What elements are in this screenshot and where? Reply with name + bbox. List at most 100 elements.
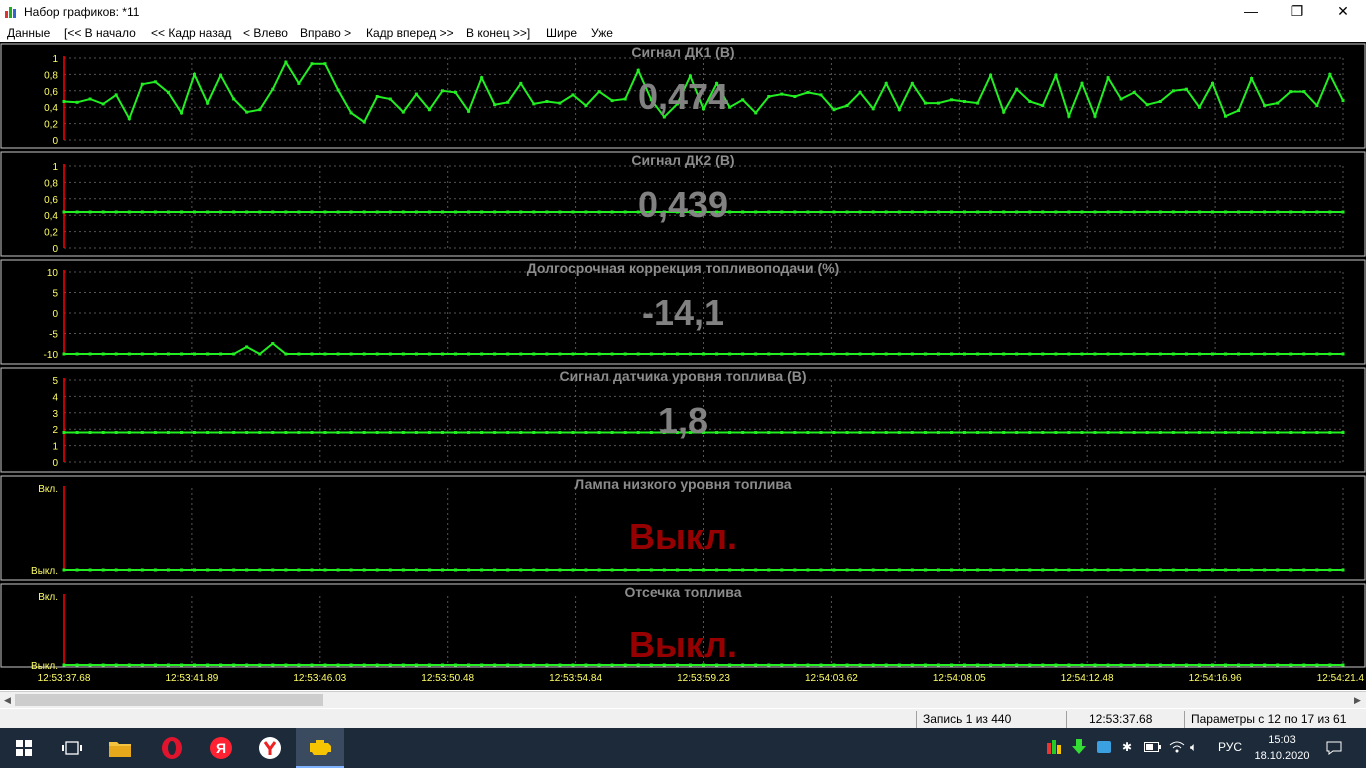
data-point [623, 352, 627, 356]
data-point [675, 568, 679, 572]
data-point [897, 568, 901, 572]
start-button[interactable] [0, 728, 48, 768]
data-point [1263, 210, 1267, 214]
tray-app-icon[interactable] [1096, 739, 1112, 755]
menu-go-end[interactable]: В конец >>] [466, 26, 530, 40]
data-point [741, 210, 745, 214]
data-point [923, 101, 927, 105]
data-point [728, 105, 732, 109]
data-point [127, 210, 131, 214]
menu-frame-forward[interactable]: Кадр вперед >> [366, 26, 454, 40]
data-point [153, 568, 157, 572]
data-point [127, 117, 131, 121]
maximize-button[interactable]: ❐ [1274, 0, 1320, 24]
data-point [1041, 431, 1045, 434]
data-point [819, 431, 823, 434]
language-indicator[interactable]: РУС [1218, 740, 1242, 754]
data-point [976, 663, 980, 667]
data-point [193, 210, 196, 214]
tray-chart-icon[interactable] [1046, 739, 1062, 755]
horizontal-scrollbar[interactable]: ◀ ▶ [0, 691, 1366, 708]
menu-data[interactable]: Данные [7, 26, 50, 40]
data-point [258, 431, 262, 434]
menu-wider[interactable]: Шире [546, 26, 577, 40]
data-point [819, 93, 823, 97]
taskbar-file-explorer[interactable] [96, 728, 144, 768]
data-point [858, 90, 862, 94]
data-point [140, 431, 144, 434]
data-point [101, 352, 105, 356]
x-tick-label: 12:54:03.62 [805, 673, 858, 684]
y-tick-label: 0,6 [44, 87, 58, 98]
data-point [819, 663, 823, 667]
menu-right[interactable]: Вправо > [300, 26, 351, 40]
scroll-left-arrow-icon[interactable]: ◀ [0, 692, 15, 708]
data-point [923, 431, 927, 434]
data-point [467, 663, 471, 667]
data-point [793, 95, 797, 98]
data-point [336, 568, 340, 572]
data-point [728, 431, 732, 434]
y-tick-label: Выкл. [31, 661, 58, 672]
data-point [1106, 568, 1110, 572]
taskbar-active-app[interactable] [296, 728, 344, 768]
scroll-right-arrow-icon[interactable]: ▶ [1350, 692, 1365, 708]
data-point [310, 431, 314, 434]
data-point [375, 431, 379, 434]
menu-go-start[interactable]: [<< В начало [64, 26, 136, 40]
data-point [1002, 210, 1006, 214]
volume-icon[interactable]: 🔈︎ [1190, 740, 1197, 755]
data-point [1067, 568, 1071, 572]
scroll-thumb[interactable] [15, 694, 323, 706]
data-point [715, 568, 719, 572]
taskbar-opera[interactable] [148, 728, 196, 768]
taskbar-yandex-browser[interactable]: Я [197, 728, 245, 768]
data-point [858, 210, 862, 214]
clock[interactable]: 15:03 18.10.2020 [1252, 732, 1312, 764]
task-view-button[interactable] [48, 728, 96, 768]
data-point [1028, 210, 1032, 214]
data-point [532, 663, 536, 667]
bluetooth-icon[interactable]: ✱ [1122, 740, 1132, 754]
data-point [297, 81, 301, 85]
current-value: Выкл. [629, 516, 737, 557]
menu-narrower[interactable]: Уже [591, 26, 613, 40]
data-point [441, 663, 444, 667]
data-point [140, 663, 144, 667]
menu-left[interactable]: < Влево [243, 26, 288, 40]
x-tick-label: 12:53:41.89 [165, 673, 218, 684]
minimize-button[interactable]: — [1228, 0, 1274, 24]
data-point [545, 210, 549, 214]
data-point [323, 352, 327, 356]
engine-check-icon [310, 740, 331, 755]
data-point [284, 431, 288, 434]
chart-title: Лампа низкого уровня топлива [574, 476, 791, 492]
data-point [349, 431, 353, 434]
menu-frame-back[interactable]: << Кадр назад [151, 26, 231, 40]
data-point [806, 210, 810, 214]
data-point [1093, 431, 1097, 434]
current-value: -14,1 [642, 292, 724, 333]
data-point [741, 663, 745, 667]
menu-bar: Данные [<< В начало << Кадр назад < Влев… [0, 24, 1366, 42]
close-button[interactable]: ✕ [1320, 0, 1366, 24]
data-point [1002, 663, 1006, 667]
data-point [1093, 114, 1097, 118]
data-point [545, 352, 549, 356]
data-point [793, 663, 797, 667]
tray-download-icon[interactable] [1071, 739, 1087, 755]
current-value: 0,474 [638, 76, 728, 117]
data-point [871, 568, 875, 572]
battery-icon[interactable] [1144, 742, 1162, 752]
data-point [1158, 100, 1162, 103]
taskbar-yandex[interactable] [246, 728, 294, 768]
x-tick-label: 12:54:12.48 [1061, 673, 1114, 684]
data-point [1224, 568, 1227, 572]
x-tick-label: 12:53:46.03 [293, 673, 346, 684]
data-point [845, 104, 849, 108]
notifications-icon[interactable] [1326, 740, 1342, 756]
wifi-icon[interactable] [1169, 740, 1185, 754]
data-point [910, 431, 914, 434]
data-point [480, 210, 484, 214]
data-point [976, 352, 980, 356]
